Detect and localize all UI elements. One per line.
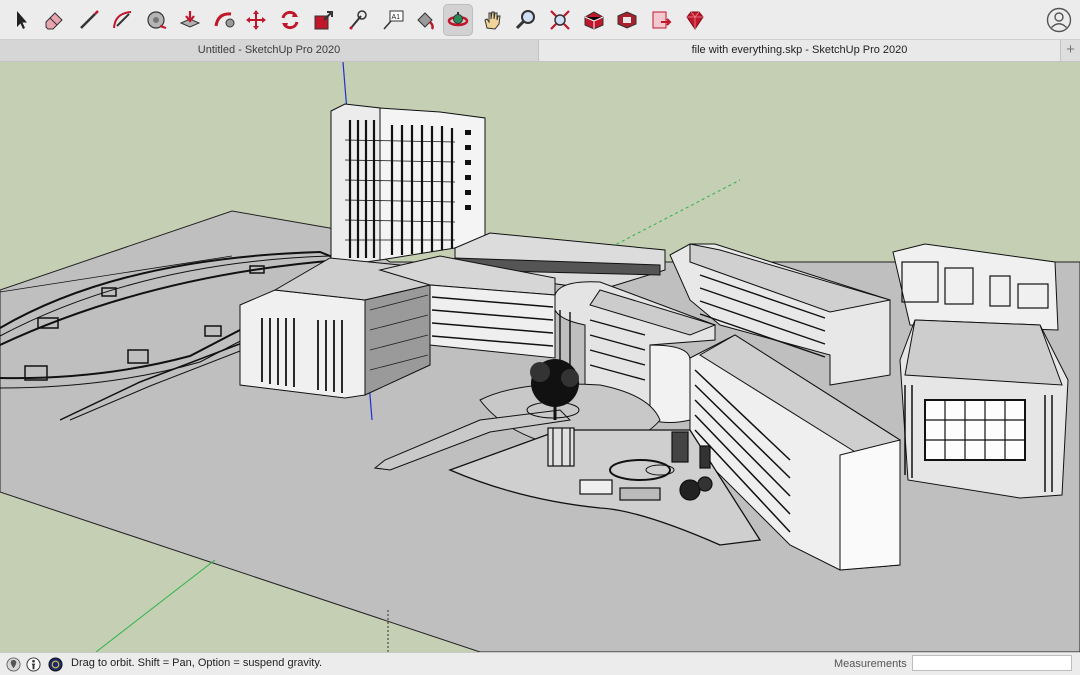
move-tool-icon bbox=[246, 10, 266, 30]
main-toolbar: A1 bbox=[0, 0, 1080, 40]
pan-tool-button[interactable] bbox=[477, 4, 507, 36]
paint-bucket-tool-icon bbox=[417, 12, 434, 30]
zoom-tool-icon bbox=[515, 10, 535, 30]
zoom-tool-button[interactable] bbox=[511, 4, 541, 36]
layout-send-icon bbox=[652, 11, 672, 29]
rotate-tool-icon bbox=[281, 10, 299, 30]
paint-bucket-tool-button[interactable] bbox=[410, 4, 440, 36]
tape-measure-tool-icon bbox=[147, 11, 167, 29]
move-tool-button[interactable] bbox=[241, 4, 271, 36]
text-tool-icon: A1 bbox=[383, 10, 404, 30]
select-tool-icon bbox=[17, 11, 27, 29]
scale-tool-button[interactable] bbox=[309, 4, 339, 36]
eraser-tool-button[interactable] bbox=[39, 4, 69, 36]
status-hint-text: Drag to orbit. Shift = Pan, Option = sus… bbox=[71, 657, 323, 669]
rotate-tool-button[interactable] bbox=[275, 4, 305, 36]
status-bar: Drag to orbit. Shift = Pan, Option = sus… bbox=[0, 652, 1080, 675]
arc-tool-icon bbox=[113, 11, 132, 29]
extension-warehouse-icon bbox=[617, 11, 637, 29]
new-tab-button[interactable]: + bbox=[1061, 40, 1080, 61]
measure-tool-icon bbox=[349, 10, 367, 30]
zoom-extents-tool-icon bbox=[550, 10, 570, 30]
warehouse-icon bbox=[584, 11, 604, 30]
ruby-console-icon bbox=[686, 11, 704, 30]
line-tool-button[interactable] bbox=[74, 4, 104, 36]
far-right-building bbox=[892, 243, 1069, 499]
text-tool-button[interactable]: A1 bbox=[378, 4, 408, 36]
ruby-console-button[interactable] bbox=[680, 4, 710, 36]
push-pull-tool-button[interactable] bbox=[175, 4, 205, 36]
select-tool-button[interactable] bbox=[6, 4, 36, 36]
tape-measure-tool-button[interactable] bbox=[142, 4, 172, 36]
tower-building bbox=[330, 103, 486, 266]
tab-untitled[interactable]: Untitled - SketchUp Pro 2020 bbox=[0, 40, 539, 61]
account-icon[interactable] bbox=[1046, 7, 1072, 33]
orbit-tool-icon bbox=[447, 12, 469, 27]
measurements-input[interactable] bbox=[912, 655, 1072, 671]
model-scene bbox=[0, 62, 1080, 652]
follow-me-tool-icon bbox=[214, 12, 235, 28]
measurements-label: Measurements bbox=[834, 658, 907, 670]
extension-warehouse-button[interactable] bbox=[612, 4, 642, 36]
tab-file-with-everything[interactable]: file with everything.skp - SketchUp Pro … bbox=[539, 40, 1061, 61]
credits-icon[interactable] bbox=[26, 657, 41, 672]
instructor-icon[interactable] bbox=[48, 657, 63, 672]
zoom-extents-tool-button[interactable] bbox=[545, 4, 575, 36]
scale-tool-icon bbox=[314, 11, 333, 30]
svg-text:A1: A1 bbox=[392, 14, 401, 21]
orbit-tool-button[interactable] bbox=[443, 4, 473, 36]
line-tool-icon bbox=[80, 10, 99, 29]
follow-me-tool-button[interactable] bbox=[209, 4, 239, 36]
geolocation-icon[interactable] bbox=[6, 657, 21, 672]
push-pull-tool-icon bbox=[179, 11, 201, 28]
green-axis bbox=[95, 559, 216, 652]
layout-send-button[interactable] bbox=[646, 4, 676, 36]
document-tabs: Untitled - SketchUp Pro 2020 file with e… bbox=[0, 40, 1080, 62]
arc-tool-button[interactable] bbox=[108, 4, 138, 36]
warehouse-button[interactable] bbox=[579, 4, 609, 36]
pan-tool-icon bbox=[484, 11, 501, 30]
eraser-tool-icon bbox=[45, 12, 63, 30]
measure-tool-button[interactable] bbox=[343, 4, 373, 36]
model-viewport[interactable] bbox=[0, 62, 1080, 652]
